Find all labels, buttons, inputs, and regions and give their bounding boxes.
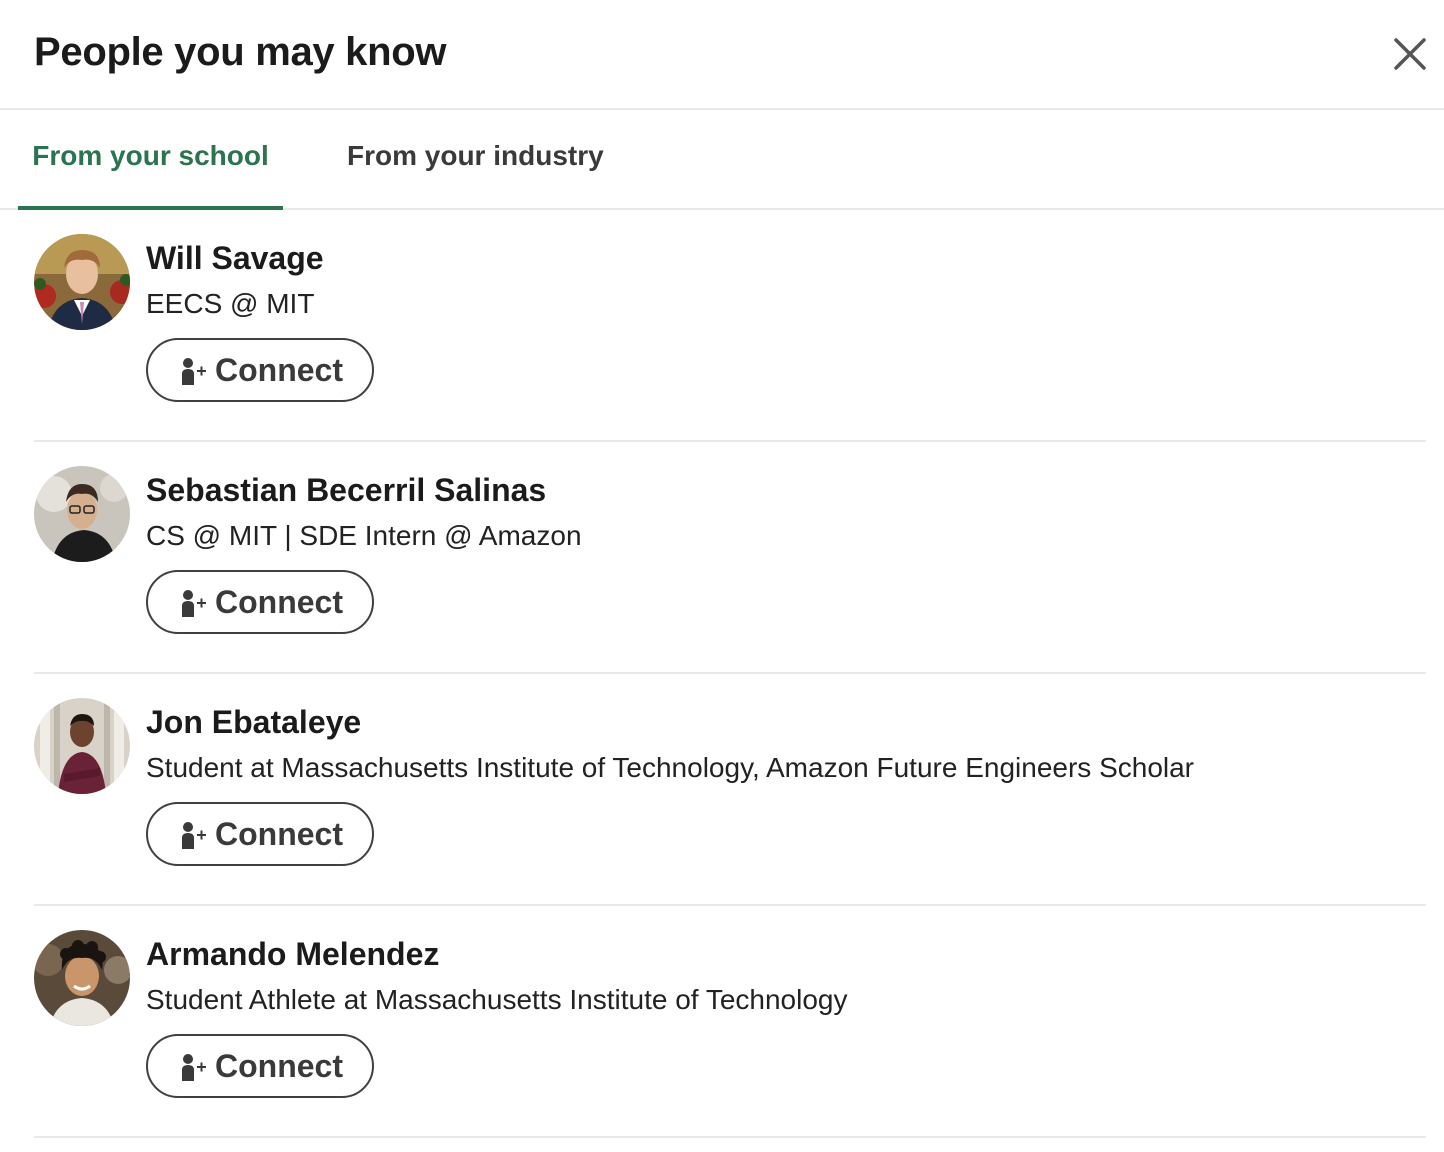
person-headline: EECS @ MIT: [146, 288, 315, 319]
person-name[interactable]: Sebastian Becerril Salinas: [146, 470, 546, 510]
profile-photo: [34, 466, 130, 562]
tab-from-your-school[interactable]: From your school: [18, 110, 283, 210]
close-button[interactable]: [1386, 30, 1434, 78]
add-person-icon: [182, 358, 206, 385]
modal-header: People you may know: [0, 0, 1444, 110]
close-icon: [1394, 38, 1426, 70]
add-person-icon: [182, 590, 206, 617]
avatar[interactable]: [34, 930, 130, 1026]
people-list: Will Savage EECS @ MIT Connect Sebastian…: [0, 210, 1444, 1138]
connect-label: Connect: [215, 584, 343, 620]
tab-from-your-industry[interactable]: From your industry: [347, 110, 604, 208]
profile-photo: [34, 698, 130, 794]
connect-button[interactable]: Connect: [146, 338, 374, 402]
person-name[interactable]: Will Savage: [146, 238, 324, 278]
connect-label: Connect: [215, 352, 343, 388]
list-item: Jon Ebataleye Student at Massachusetts I…: [34, 674, 1426, 906]
person-name[interactable]: Jon Ebataleye: [146, 702, 361, 742]
connect-button[interactable]: Connect: [146, 802, 374, 866]
tab-bar: From your school From your industry: [0, 110, 1444, 210]
list-item: Will Savage EECS @ MIT Connect: [34, 210, 1426, 442]
connect-button[interactable]: Connect: [146, 1034, 374, 1098]
avatar[interactable]: [34, 234, 130, 330]
add-person-icon: [182, 1054, 206, 1081]
person-headline: Student Athlete at Massachusetts Institu…: [146, 984, 848, 1015]
list-item: Armando Melendez Student Athlete at Mass…: [34, 906, 1426, 1138]
connect-button[interactable]: Connect: [146, 570, 374, 634]
person-headline: CS @ MIT | SDE Intern @ Amazon: [146, 520, 582, 551]
people-you-may-know-modal: People you may know From your school Fro…: [0, 0, 1444, 1152]
person-name[interactable]: Armando Melendez: [146, 934, 439, 974]
profile-photo: [34, 234, 130, 330]
tab-label: From your school: [32, 140, 269, 171]
connect-label: Connect: [215, 1048, 343, 1084]
profile-photo: [34, 930, 130, 1026]
connect-label: Connect: [215, 816, 343, 852]
add-person-icon: [182, 822, 206, 849]
avatar[interactable]: [34, 466, 130, 562]
avatar[interactable]: [34, 698, 130, 794]
person-headline: Student at Massachusetts Institute of Te…: [146, 752, 1195, 783]
list-item: Sebastian Becerril Salinas CS @ MIT | SD…: [34, 442, 1426, 674]
modal-title: People you may know: [34, 30, 447, 74]
tab-label: From your industry: [347, 140, 604, 171]
